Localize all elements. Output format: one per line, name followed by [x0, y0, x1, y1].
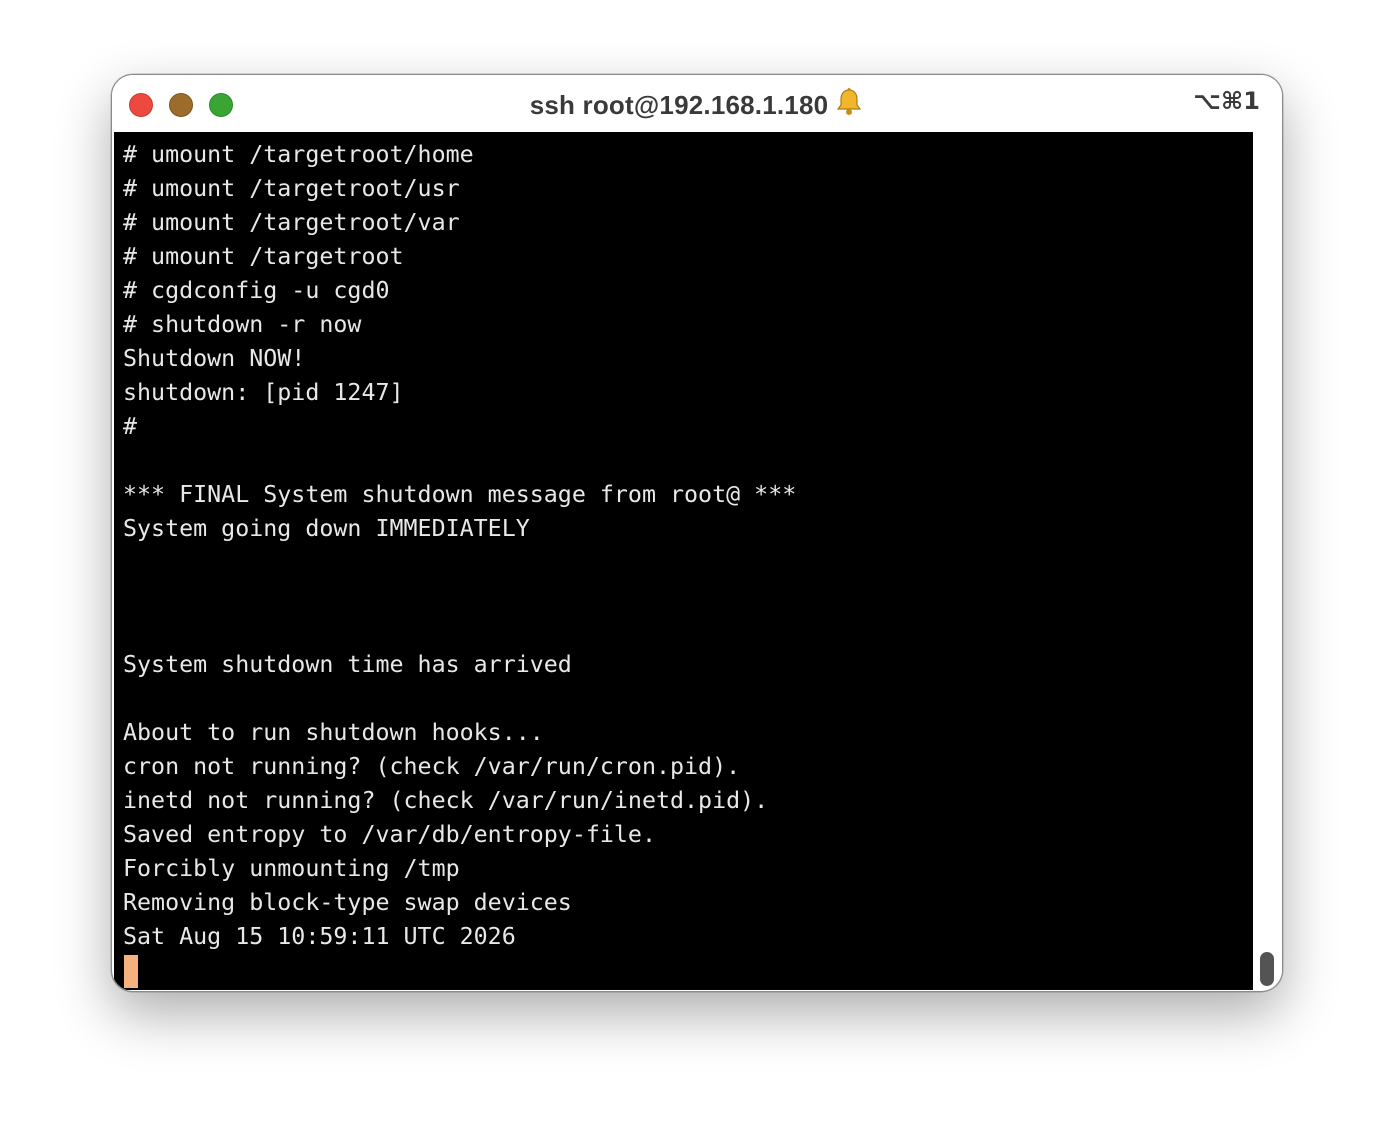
- tab-shortcut-label: ⌥⌘1: [1193, 87, 1260, 115]
- terminal-line: *** FINAL System shutdown message from r…: [123, 481, 797, 508]
- window-title: ssh root@192.168.1.180: [529, 90, 829, 120]
- terminal-line: # umount /targetroot/home: [123, 141, 474, 168]
- title-bar[interactable]: ssh root@192.168.1.180 ⌥⌘1: [112, 75, 1282, 132]
- terminal-line: shutdown: [pid 1247]: [123, 379, 404, 406]
- terminal-line: # umount /targetroot/var: [123, 209, 460, 236]
- bell-icon: [834, 87, 864, 124]
- terminal-line: # umount /targetroot: [123, 243, 404, 270]
- scrollbar-track[interactable]: [1253, 132, 1282, 990]
- terminal-line: Saved entropy to /var/db/entropy-file.: [123, 821, 656, 848]
- terminal-line: System going down IMMEDIATELY: [123, 515, 530, 542]
- terminal-line: inetd not running? (check /var/run/inetd…: [123, 787, 769, 814]
- terminal-lines: # umount /targetroot/home # umount /targe…: [123, 138, 796, 954]
- terminal-line: System shutdown time has arrived: [123, 651, 572, 678]
- terminal-line: Forcibly unmounting /tmp: [123, 855, 460, 882]
- terminal-line: # cgdconfig -u cgd0: [123, 277, 390, 304]
- text-cursor: [124, 955, 138, 988]
- terminal-window: ssh root@192.168.1.180 ⌥⌘1 # umount /tar…: [111, 74, 1283, 992]
- terminal-line: Removing block-type swap devices: [123, 889, 572, 916]
- window-title-group: ssh root@192.168.1.180: [112, 87, 1282, 124]
- terminal-line: About to run shutdown hooks...: [123, 719, 544, 746]
- terminal-output[interactable]: # umount /targetroot/home # umount /targe…: [114, 132, 1253, 990]
- terminal-line: # shutdown -r now: [123, 311, 362, 338]
- terminal-line: Sat Aug 15 10:59:11 UTC 2026: [123, 923, 516, 950]
- terminal-line: # umount /targetroot/usr: [123, 175, 460, 202]
- terminal-line: Shutdown NOW!: [123, 345, 306, 372]
- scrollbar-thumb[interactable]: [1260, 952, 1274, 986]
- terminal-line: #: [123, 413, 138, 440]
- terminal-line: cron not running? (check /var/run/cron.p…: [123, 753, 741, 780]
